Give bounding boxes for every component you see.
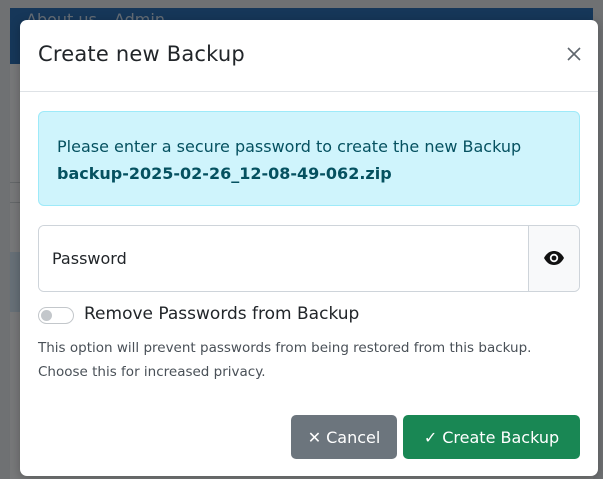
- create-backup-button[interactable]: ✓ Create Backup: [403, 415, 580, 459]
- x-icon: ✕: [307, 427, 322, 447]
- password-input[interactable]: [39, 226, 529, 291]
- close-icon: [567, 47, 581, 61]
- info-message: Please enter a secure password to create…: [57, 137, 522, 156]
- modal-header: Create new Backup: [20, 20, 598, 92]
- create-backup-label: Create Backup: [442, 427, 560, 447]
- remove-passwords-switch[interactable]: [38, 307, 74, 324]
- remove-passwords-label[interactable]: Remove Passwords from Backup: [84, 304, 359, 324]
- close-button[interactable]: [564, 44, 584, 64]
- check-icon: ✓: [423, 427, 438, 447]
- toggle-password-visibility-button[interactable]: [528, 226, 579, 291]
- cancel-label: Cancel: [326, 427, 381, 447]
- modal-title: Create new Backup: [38, 42, 245, 66]
- remove-passwords-help: This option will prevent passwords from …: [38, 340, 532, 380]
- cancel-button[interactable]: ✕ Cancel: [291, 415, 397, 459]
- eye-icon: [544, 251, 564, 265]
- backup-filename: backup-2025-02-26_12-08-49-062.zip: [57, 164, 392, 183]
- password-input-group: [38, 225, 580, 292]
- create-backup-modal: Create new Backup Please enter a secure …: [20, 20, 598, 476]
- info-alert: Please enter a secure password to create…: [38, 111, 580, 206]
